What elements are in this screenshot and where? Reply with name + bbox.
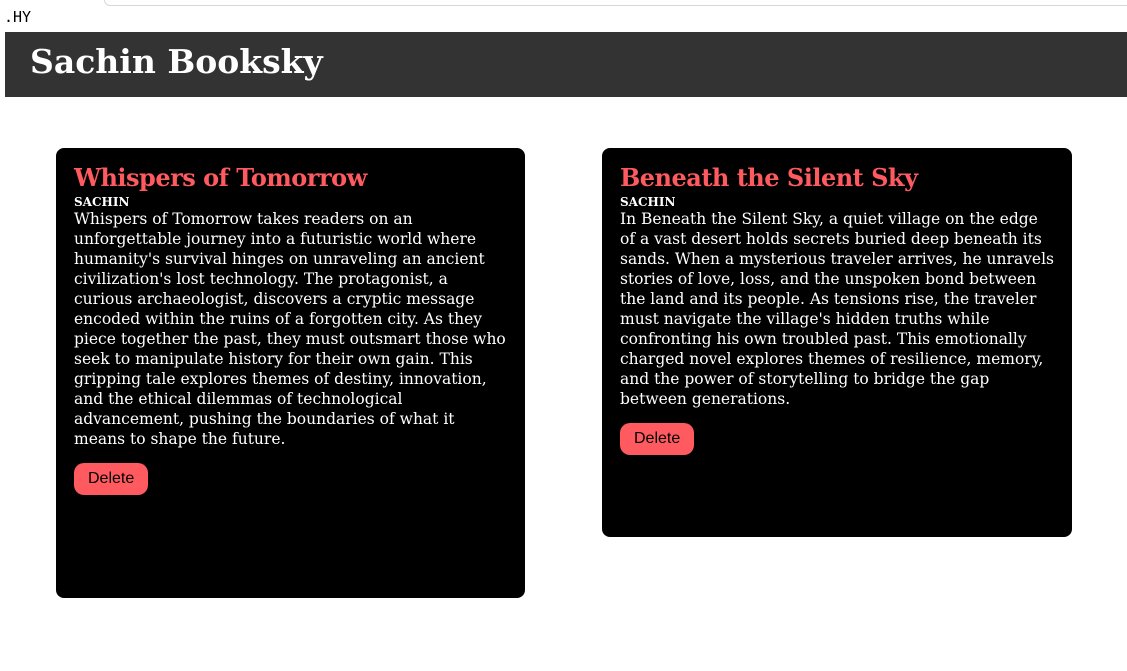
book-card: Whispers of Tomorrow SACHIN Whispers of … xyxy=(56,148,525,598)
book-description: In Beneath the Silent Sky, a quiet villa… xyxy=(620,210,1055,408)
book-author: SACHIN xyxy=(74,195,130,209)
book-description: Whispers of Tomorrow takes readers on an… xyxy=(74,210,506,448)
book-card: Beneath the Silent Sky SACHIN In Beneath… xyxy=(602,148,1072,537)
book-author: SACHIN xyxy=(620,195,676,209)
book-title: Beneath the Silent Sky xyxy=(620,163,918,192)
stray-text: .HY xyxy=(4,8,32,26)
delete-button[interactable]: Delete xyxy=(74,463,149,495)
frame-edge xyxy=(104,0,1127,6)
site-header: Sachin Booksky xyxy=(5,32,1127,97)
site-title: Sachin Booksky xyxy=(30,42,323,81)
browser-top-strip xyxy=(0,0,1127,32)
book-title: Whispers of Tomorrow xyxy=(74,163,367,192)
delete-button[interactable]: Delete xyxy=(620,423,695,455)
